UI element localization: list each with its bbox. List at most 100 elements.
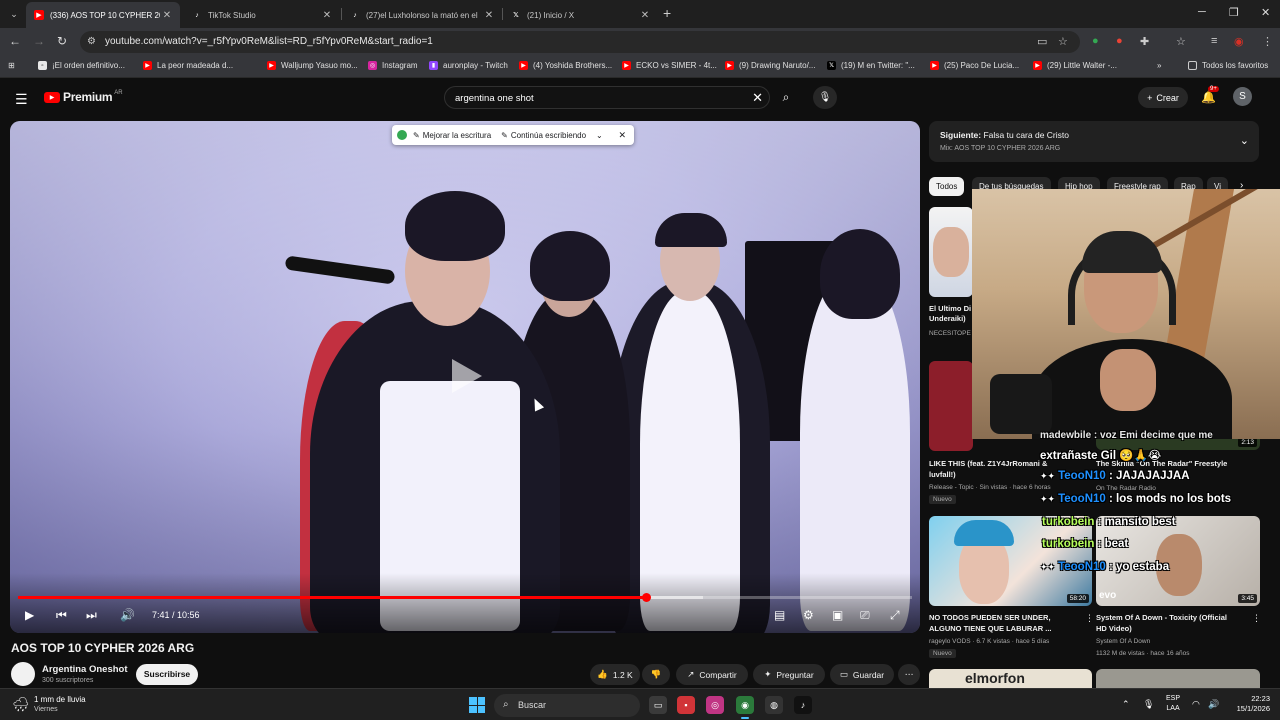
next-up-panel[interactable]: Siguiente: Falsa tu cara de Cristo Mix: … <box>929 121 1259 162</box>
tab-youtube[interactable]: ▶ (336) AOS TOP 10 CYPHER 2026 ✕ <box>26 2 180 28</box>
apps-grid-icon[interactable]: ⊞ <box>8 61 15 70</box>
tab-tiktok-video[interactable]: ♪ (27)el Luxholonso la mató en el ✕ <box>342 2 502 28</box>
cast-icon[interactable]: ▭ <box>1037 35 1047 48</box>
chevron-up-icon[interactable]: ⌃ <box>1122 699 1130 710</box>
bookmark-item[interactable]: ▮ auronplay - Twitch <box>429 61 508 70</box>
chevron-down-icon[interactable]: ⌄ <box>596 131 603 140</box>
site-info-icon[interactable]: ⚙ <box>87 36 96 47</box>
avatar[interactable]: S <box>1233 87 1252 106</box>
recommendation-title[interactable]: El Ultimo Di <box>929 304 971 314</box>
search-input[interactable]: argentina one shot ✕ <box>444 86 770 109</box>
bookmark-item[interactable]: ▶ (9) Drawing Naruto/... <box>725 61 815 70</box>
recommendation-title[interactable]: luvfall!) <box>929 470 956 480</box>
extension-icon[interactable]: ● <box>1116 35 1123 47</box>
youtube-logo[interactable]: ▶ Premium AR <box>44 90 123 104</box>
all-bookmarks[interactable]: Todos los favoritos <box>1188 61 1268 70</box>
channel-name[interactable]: Argentina Oneshot <box>42 664 128 675</box>
chip-todos[interactable]: Todos <box>929 177 965 196</box>
clock[interactable]: 22:23 15/1/2026 <box>1228 694 1270 714</box>
bookmark-item[interactable]: ▶ (4) Yoshida Brothers... <box>519 61 612 70</box>
task-view-icon[interactable]: ▭ <box>649 696 667 714</box>
new-tab-icon[interactable]: + <box>663 5 671 21</box>
taskbar-search[interactable]: ⌕ Buscar <box>494 694 640 717</box>
bell-icon[interactable]: 🔔 <box>1201 90 1216 104</box>
extensions-puzzle-icon[interactable]: ✚ <box>1140 35 1149 48</box>
close-window-icon[interactable]: ✕ <box>1261 6 1270 19</box>
bookmark-item[interactable]: ◎ Instagram <box>368 61 418 70</box>
tab-x[interactable]: 𝕏 (21) Inicio / X ✕ <box>503 2 658 28</box>
close-icon[interactable]: ✕ <box>320 10 334 21</box>
back-icon[interactable]: ← <box>9 34 21 48</box>
weather-rain-icon[interactable]: 🌧 <box>12 696 30 713</box>
reading-list-icon[interactable]: ≡ <box>1211 35 1217 47</box>
wifi-icon[interactable]: ◠ <box>1192 699 1200 710</box>
volume-icon[interactable]: 🔊 <box>1208 699 1219 710</box>
menu-kebab-icon[interactable]: ⋮ <box>1262 35 1273 48</box>
big-play-icon[interactable] <box>450 357 484 395</box>
close-icon[interactable]: ✕ <box>638 10 652 21</box>
settings-gear-icon[interactable]: ⚙ <box>803 608 814 622</box>
more-options-icon[interactable]: ⋮ <box>1252 613 1261 624</box>
bookmark-item[interactable]: 𝕏 (19) M en Twitter: "... <box>827 61 915 70</box>
previous-icon[interactable]: ⏮ <box>56 608 67 623</box>
forward-icon[interactable]: → <box>33 34 45 48</box>
next-icon[interactable]: ⏭ <box>86 608 97 623</box>
chrome-icon[interactable]: ◉ <box>736 696 754 719</box>
windows-start-icon[interactable] <box>469 697 485 713</box>
miniplayer-icon[interactable]: ▣ <box>832 608 843 622</box>
bookmark-item[interactable]: ▶ Walljump Yasuo mo... <box>267 61 358 70</box>
restore-icon[interactable]: ❐ <box>1229 6 1239 19</box>
search-icon[interactable]: ⌕ <box>771 86 801 109</box>
subscribe-button[interactable]: Suscribirse <box>136 664 198 685</box>
recommendation-title[interactable]: HD Video) <box>1096 624 1132 634</box>
progress-bar[interactable] <box>18 593 912 602</box>
continue-writing-button[interactable]: ✎ Continúa escribiendo <box>501 131 586 140</box>
tab-tiktok-studio[interactable]: ♪ TikTok Studio ✕ <box>184 2 340 28</box>
profile-avatar-icon[interactable]: ◉ <box>1234 35 1244 48</box>
dislike-button[interactable]: 👎 <box>642 664 670 685</box>
minimize-icon[interactable]: ─ <box>1198 6 1206 18</box>
recommendation-title[interactable]: Underaiki) <box>929 314 966 324</box>
extension-icon[interactable]: ● <box>1092 35 1099 47</box>
clear-icon[interactable]: ✕ <box>752 90 763 106</box>
instagram-icon[interactable]: ◎ <box>706 696 724 714</box>
more-options-icon[interactable]: ⋮ <box>1085 613 1094 624</box>
close-icon[interactable]: ✕ <box>160 10 174 21</box>
menu-icon[interactable]: ☰ <box>15 91 28 108</box>
recommendation-title[interactable]: NO TODOS PUEDEN SER UNDER, <box>929 613 1051 623</box>
close-icon[interactable]: ✕ <box>482 10 496 21</box>
video-thumbnail[interactable] <box>929 361 973 451</box>
bookmark-item[interactable]: ▶ ECKO vs SIMER - 4t... <box>622 61 717 70</box>
url-text[interactable]: youtube.com/watch?v=_r5fYpv0ReM&list=RD_… <box>105 36 433 47</box>
reload-icon[interactable]: ↻ <box>57 34 67 48</box>
bookmark-item[interactable]: ▶ (25) Paco De Lucia... <box>930 61 1019 70</box>
subtitles-icon[interactable]: ▤ <box>774 608 785 622</box>
search-query[interactable]: argentina one shot <box>455 93 534 104</box>
microphone-icon[interactable]: 🎙 <box>1143 699 1154 710</box>
close-icon[interactable]: ✕ <box>618 130 626 141</box>
volume-icon[interactable]: 🔊 <box>120 608 135 622</box>
fullscreen-icon[interactable]: ⤢ <box>890 608 900 623</box>
more-bookmarks-icon[interactable]: » <box>1157 61 1161 70</box>
video-thumbnail[interactable] <box>929 207 973 297</box>
app-icon[interactable]: ▪ <box>677 696 695 714</box>
chevron-down-icon[interactable]: ⌄ <box>1240 134 1249 147</box>
cast-icon[interactable]: ⎚ <box>860 608 870 623</box>
create-button[interactable]: + Crear <box>1138 87 1188 108</box>
favorites-icon[interactable]: ☆ <box>1176 35 1186 48</box>
video-thumbnail[interactable] <box>1096 669 1260 688</box>
weather-text[interactable]: 1 mm de lluvia <box>34 695 86 704</box>
tab-search-icon[interactable]: ⌄ <box>6 6 22 22</box>
improve-writing-button[interactable]: ✎ Mejorar la escritura <box>413 131 491 140</box>
ask-button[interactable]: ✦ Preguntar <box>753 664 825 685</box>
like-button[interactable]: 👍 1.2 K <box>590 664 640 685</box>
bookmark-item[interactable]: ▫ ¡El orden definitivo... <box>38 61 125 70</box>
tiktok-icon[interactable]: ♪ <box>794 696 812 714</box>
video-player[interactable]: ▶ ⏮ ⏭ 🔊 7:41 / 10:56 ▤ ⚙ ▣ ⎚ ⤢ <box>10 121 920 633</box>
bookmark-item[interactable]: ▶ La peor madeada d... <box>143 61 233 70</box>
omnibox[interactable]: ⚙ youtube.com/watch?v=_r5fYpv0ReM&list=R… <box>80 31 1080 53</box>
language-indicator[interactable]: ESP LAA <box>1166 694 1180 714</box>
recommendation-title[interactable]: System Of A Down - Toxicity (Official <box>1096 613 1227 623</box>
bookmark-star-icon[interactable]: ☆ <box>1058 35 1068 48</box>
recommendation-title[interactable]: ALGUNO TIENE QUE LABURAR ... <box>929 624 1052 634</box>
